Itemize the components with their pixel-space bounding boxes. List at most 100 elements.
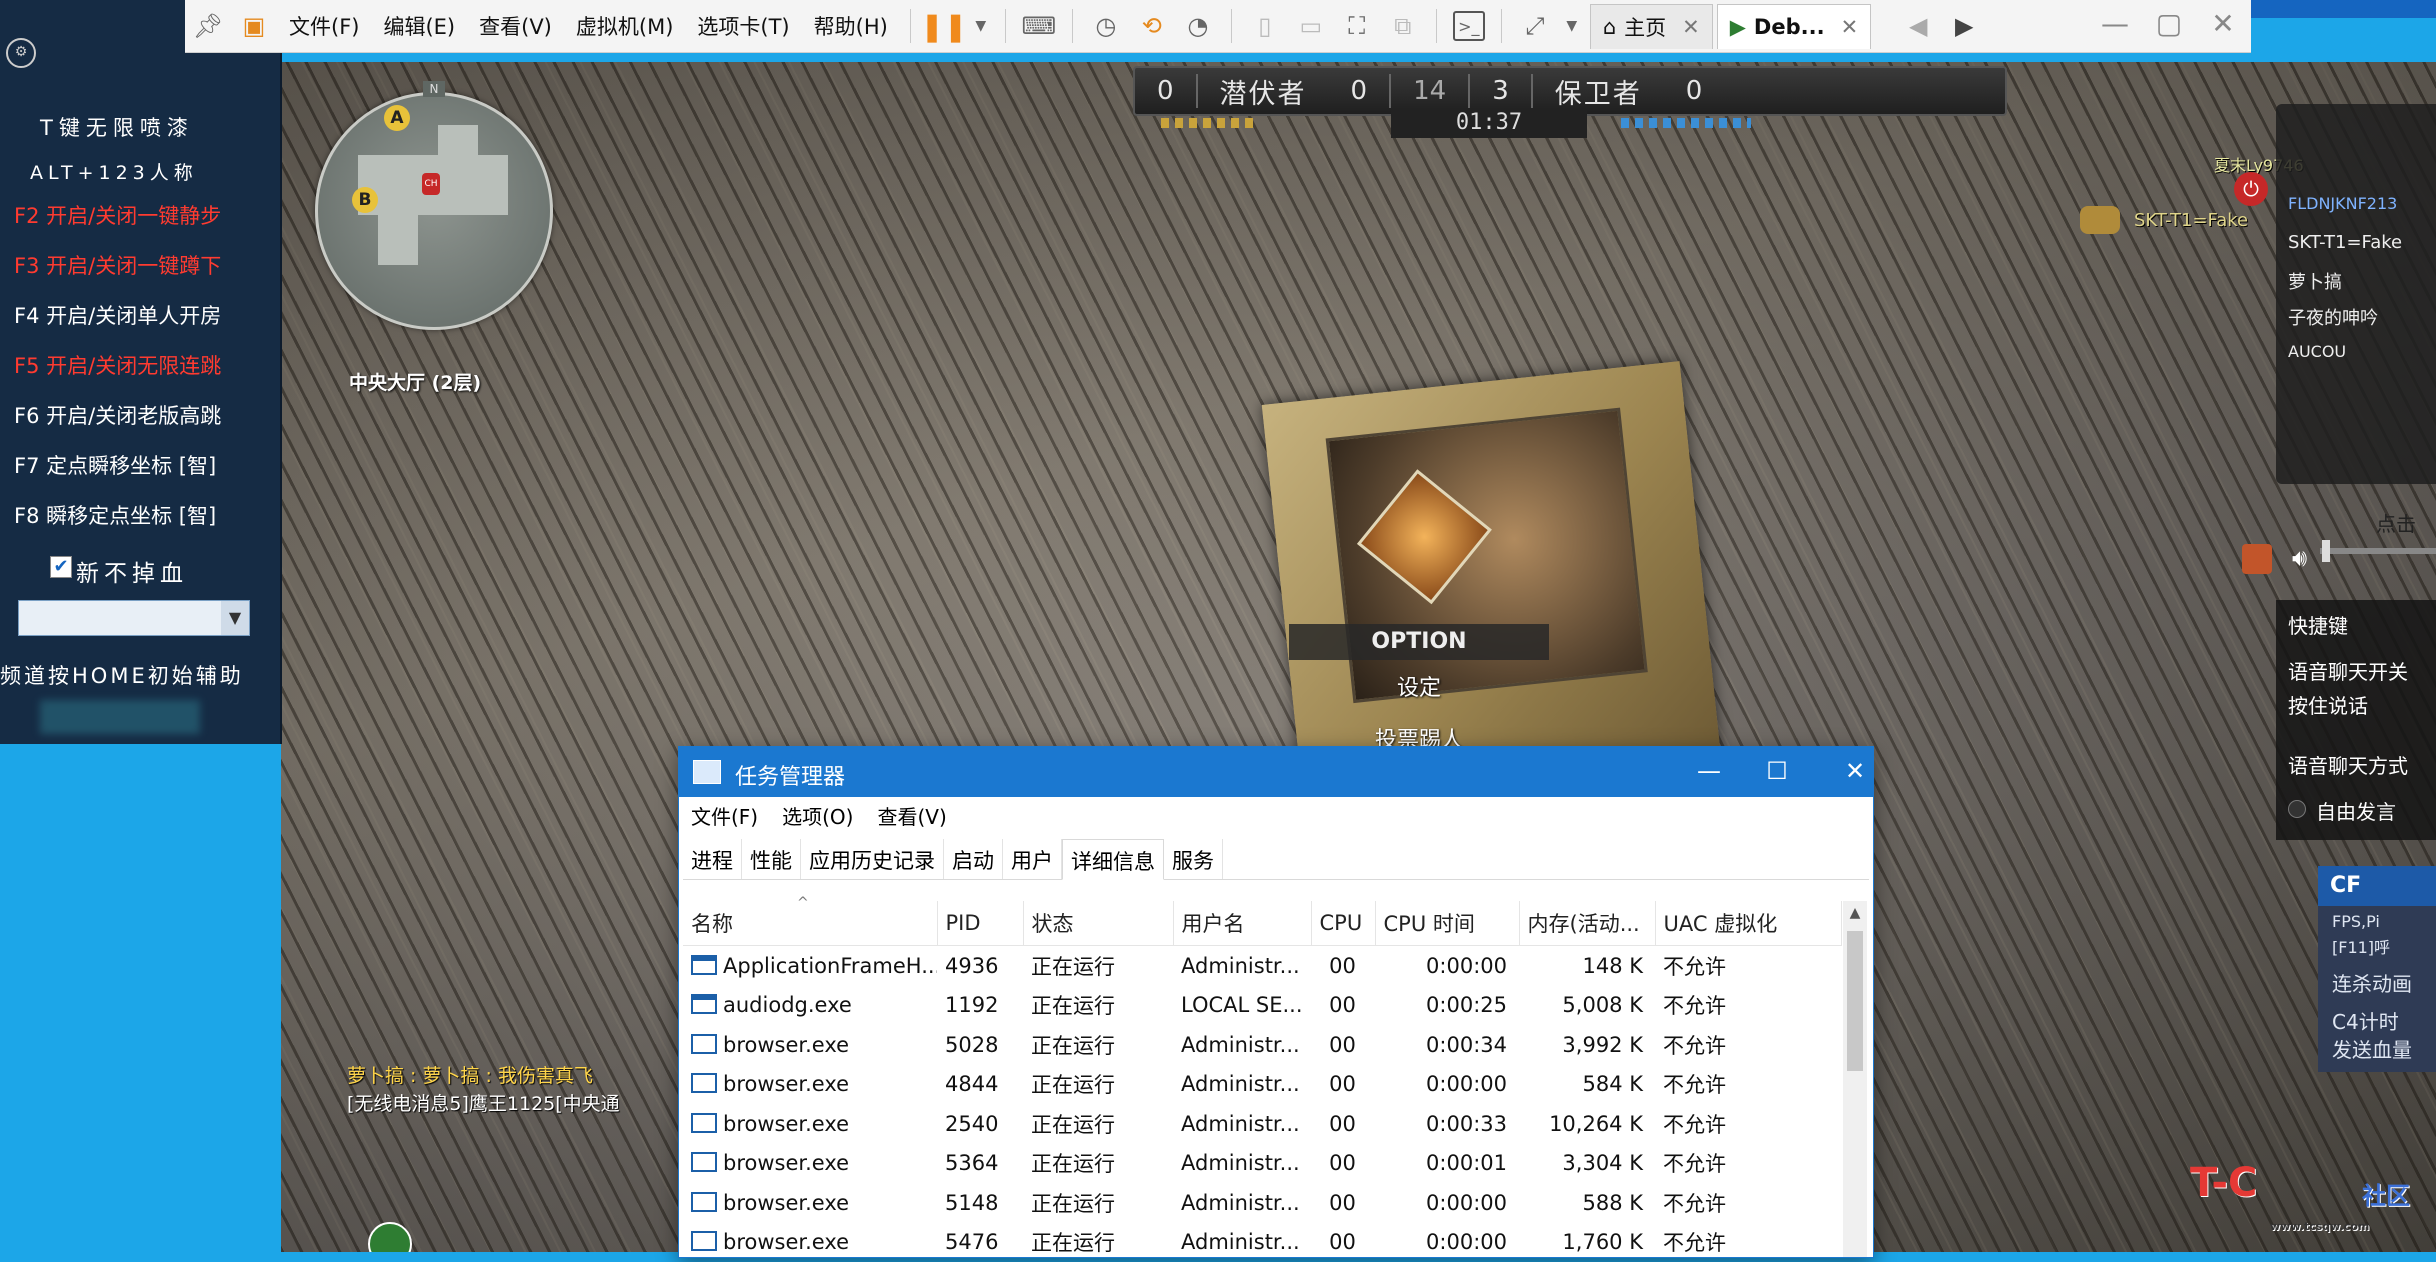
task-manager-titlebar[interactable]: 任务管理器 — ☐ ✕ [679,747,1873,797]
home-hint: 频道按HOME初始辅助 [0,660,244,690]
cell-pid: 5148 [937,1183,1023,1223]
table-row[interactable]: ApplicationFrameH...4936正在运行Administr...… [683,946,1841,986]
option-menu-header[interactable]: OPTION [1289,624,1549,660]
cell-status: 正在运行 [1023,1223,1173,1262]
minimize-icon[interactable]: — [1679,753,1739,789]
right-team-name: 保卫者 [1533,72,1664,111]
tab-app-history[interactable]: 应用历史记录 [801,839,944,879]
column-header-status[interactable]: 状态 [1023,901,1173,946]
fit-window-icon[interactable]: ⛶ [1340,9,1374,43]
chevron-down-icon[interactable]: ▼ [973,9,989,43]
menu-file[interactable]: 文件(F) [691,801,758,830]
snapshot-icon[interactable]: ◷ [1089,9,1123,43]
cell-name: browser.exe [683,1223,937,1262]
tab-users[interactable]: 用户 [1003,839,1062,879]
menu-view[interactable]: 查看(V) [877,801,946,830]
no-blood-label[interactable]: 新不掉血 [76,554,188,588]
volume-slider-knob[interactable] [2322,540,2330,562]
free-talk-label[interactable]: 自由发言 [2316,796,2396,825]
menu-view[interactable]: 查看(V) [479,11,552,41]
menu-options[interactable]: 选项(O) [782,801,853,830]
close-icon[interactable]: ✕ [1682,15,1700,39]
process-name: browser.exe [723,1072,849,1096]
tab-debian[interactable]: ▶ Deb... ✕ [1717,4,1871,49]
close-icon[interactable]: ✕ [1825,753,1885,789]
table-row[interactable]: browser.exe5364正在运行Administr...000:00:01… [683,1144,1841,1184]
send-keys-icon[interactable]: ⌨ [1022,9,1056,43]
table-row[interactable]: browser.exe2540正在运行Administr...000:00:33… [683,1104,1841,1144]
fullscreen-icon[interactable]: ⤢ [1518,9,1552,43]
unity-icon[interactable]: ⧉ [1386,9,1420,43]
cell-user: Administr... [1173,1144,1311,1184]
menu-tabs[interactable]: 选项卡(T) [697,11,789,41]
table-row[interactable]: audiodg.exe1192正在运行LOCAL SE...000:00:255… [683,986,1841,1026]
close-icon[interactable]: ✕ [1841,15,1859,39]
tab-details[interactable]: 详细信息 [1062,839,1164,880]
tab-startup[interactable]: 启动 [944,839,1003,879]
cheat-row: F7 定点瞬移坐标 [智] [14,450,216,480]
speaker-icon[interactable]: 🔊︎ [2292,544,2307,572]
mic-alert-icon[interactable] [2242,544,2272,574]
window-process-icon [691,1152,717,1172]
menu-edit[interactable]: 编辑(E) [383,11,455,41]
free-talk-radio[interactable] [2288,800,2306,818]
column-header-memory[interactable]: 内存(活动... [1519,901,1655,946]
snapshot-manager-icon[interactable]: ◔ [1181,9,1215,43]
revert-snapshot-icon[interactable]: ⟲ [1135,9,1169,43]
no-blood-checkbox[interactable]: ✔ [50,556,72,578]
cell-user: Administr... [1173,1065,1311,1105]
scrollbar-thumb[interactable] [1847,931,1863,1071]
cell-pid: 4936 [937,946,1023,986]
column-header-uac[interactable]: UAC 虚拟化 [1655,901,1841,946]
window-process-icon [691,1073,717,1093]
menu-vm[interactable]: 虚拟机(M) [576,11,674,41]
console-icon[interactable]: >_ [1453,11,1485,41]
divider [1501,9,1502,43]
tab-scroll-left-icon[interactable]: ◀ [1901,9,1935,43]
table-row[interactable]: browser.exe4844正在运行Administr...000:00:00… [683,1065,1841,1105]
column-header-name[interactable]: 名称 [683,901,937,946]
home-icon: ⌂ [1603,15,1616,39]
tab-home[interactable]: ⌂ 主页 ✕ [1590,4,1713,49]
scroll-up-icon[interactable]: ▲ [1843,901,1867,925]
cell-name: browser.exe [683,1183,937,1223]
task-manager-menubar: 文件(F) 选项(O) 查看(V) [679,797,1873,833]
column-header-pid[interactable]: PID [937,901,1023,946]
tab-performance[interactable]: 性能 [742,839,801,879]
volume-slider[interactable] [2320,548,2436,554]
maximize-icon[interactable]: ☐ [1747,753,1807,789]
tab-scroll-right-icon[interactable]: ▶ [1947,9,1981,43]
chevron-down-icon[interactable]: ▼ [1564,9,1580,43]
tab-services[interactable]: 服务 [1164,839,1223,879]
column-header-cpu-time[interactable]: CPU 时间 [1375,901,1519,946]
task-manager-window[interactable]: 任务管理器 — ☐ ✕ 文件(F) 选项(O) 查看(V) 进程 性能 应用历史… [678,746,1874,1258]
tab-processes[interactable]: 进程 [683,839,742,879]
library-icon[interactable]: ▯ [1248,9,1282,43]
process-name: audiodg.exe [723,993,852,1017]
thumbnail-icon[interactable]: ▭ [1294,9,1328,43]
table-row[interactable]: browser.exe5148正在运行Administr...000:00:00… [683,1183,1841,1223]
menu-file[interactable]: 文件(F) [289,11,359,41]
maximize-icon[interactable]: ▢ [2144,0,2194,46]
power-icon[interactable]: ⏻ [2234,172,2268,206]
minimize-icon[interactable]: — [2090,0,2140,46]
column-header-username[interactable]: 用户名 [1173,901,1311,946]
vmware-logo-icon[interactable]: ▣ [237,9,271,43]
vertical-scrollbar[interactable]: ▲ [1843,901,1867,1257]
column-header-cpu[interactable]: CPU [1311,901,1375,946]
pause-icon[interactable]: ❚❚ [927,9,961,43]
cell-status: 正在运行 [1023,1104,1173,1144]
cheat-select[interactable]: ▼ [18,600,250,636]
table-row[interactable]: browser.exe5028正在运行Administr...000:00:34… [683,1025,1841,1065]
cell-status: 正在运行 [1023,946,1173,986]
process-name: browser.exe [723,1230,849,1254]
close-icon[interactable]: ✕ [2198,0,2248,46]
table-row[interactable]: browser.exe5476正在运行Administr...000:00:00… [683,1223,1841,1262]
menu-help[interactable]: 帮助(H) [814,11,888,41]
pin-icon[interactable]: 📌︎ [191,9,225,43]
push-to-talk-label[interactable]: 按住说话 [2288,690,2368,719]
round-number: 14 [1391,76,1468,106]
chevron-down-icon[interactable]: ▼ [221,601,249,635]
voice-toggle-label[interactable]: 语音聊天开关 [2288,656,2408,685]
option-settings[interactable]: 设定 [1291,670,1547,702]
